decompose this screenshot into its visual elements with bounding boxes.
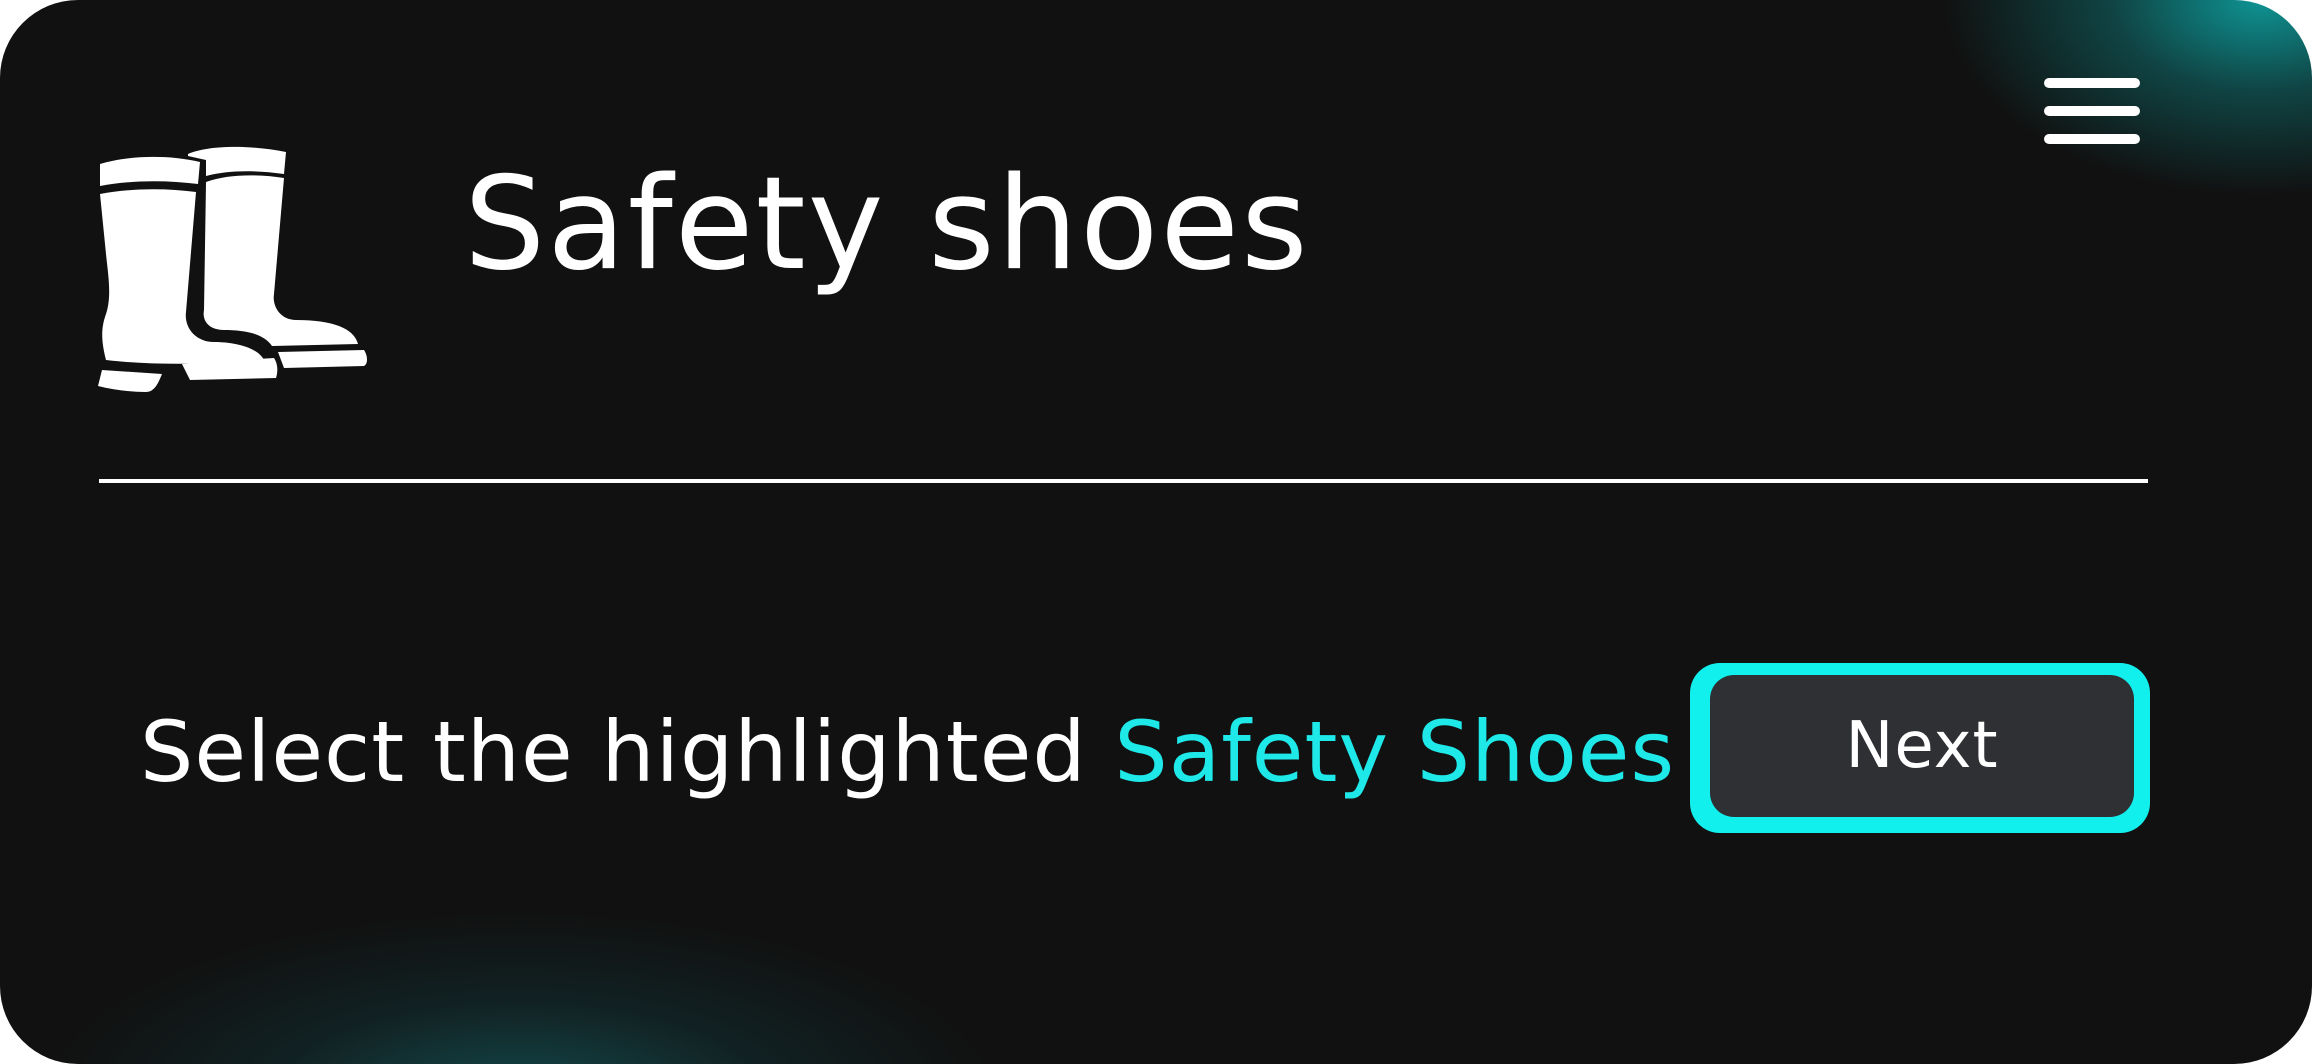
instruction-card: Safety shoes Select the highlighted Safe…: [0, 0, 2312, 1064]
instruction-prefix: Select the highlighted: [140, 703, 1115, 801]
page-title: Safety shoes: [464, 150, 1310, 299]
next-button-label: Next: [1845, 709, 1999, 783]
header-divider: [99, 479, 2148, 483]
next-button[interactable]: Next: [1690, 663, 2150, 833]
instruction-highlight: Safety Shoes: [1114, 703, 1676, 801]
next-button-face[interactable]: Next: [1710, 675, 2134, 817]
menu-button[interactable]: [2038, 72, 2146, 156]
instruction-text: Select the highlighted Safety Shoes: [140, 700, 1675, 804]
rubber-boots-icon: [98, 146, 367, 392]
